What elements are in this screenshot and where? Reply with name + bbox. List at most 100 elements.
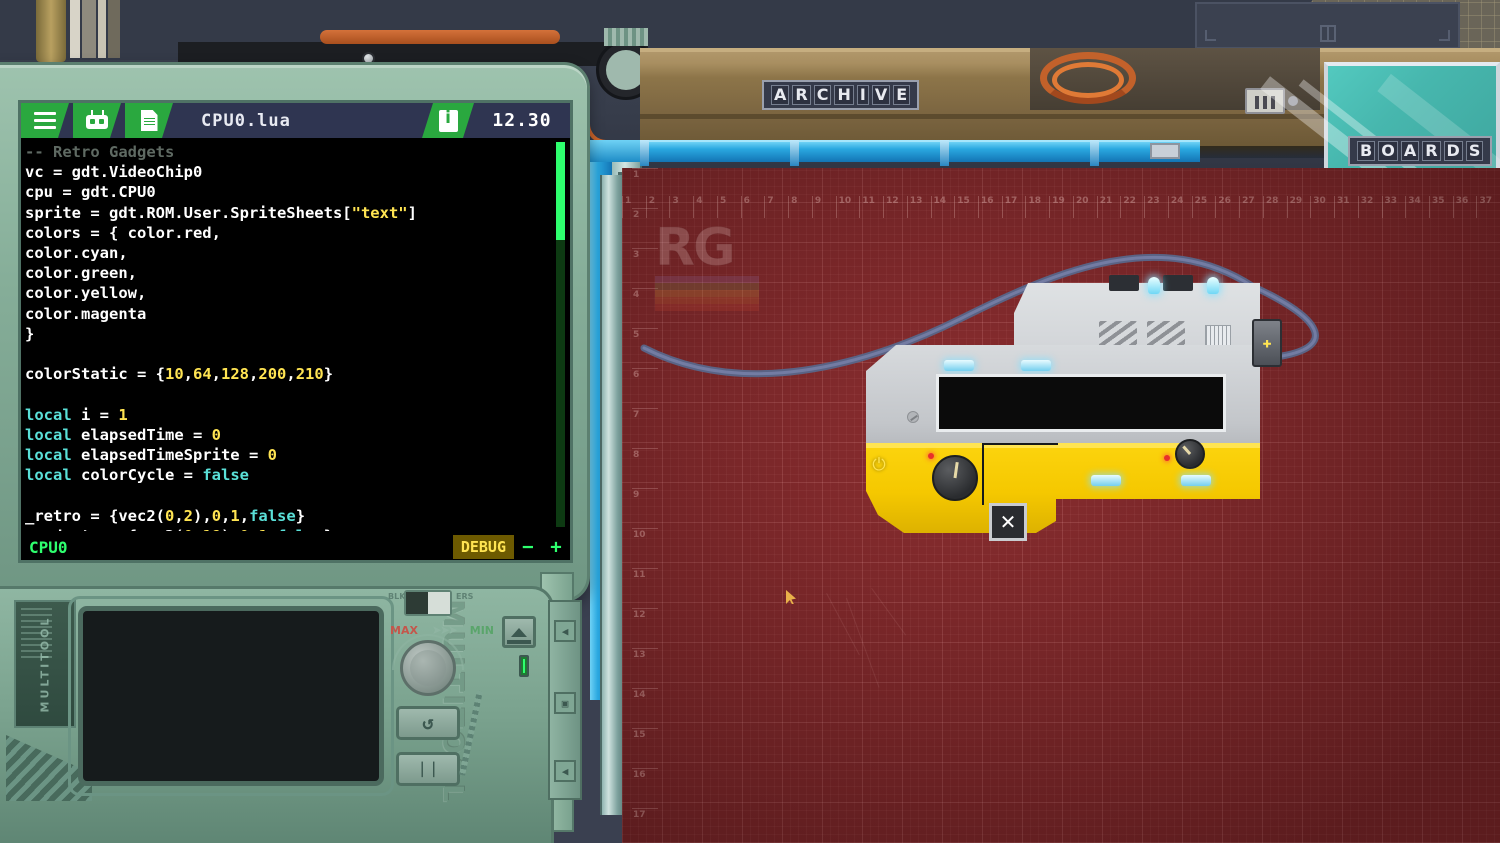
- code-token: ,: [174, 507, 183, 525]
- gadget-connector-clip[interactable]: [1091, 475, 1121, 486]
- menu-button[interactable]: [21, 103, 69, 138]
- orange-wire: [586, 86, 626, 144]
- multitool-toggle[interactable]: [404, 590, 452, 616]
- code-line: [25, 485, 570, 505]
- archive-sign-letter: H: [834, 85, 853, 105]
- file-browser-button[interactable]: [125, 103, 173, 138]
- multitool-range-labels: MAX ➤➤➤ MIN: [390, 622, 494, 638]
- code-line: local elapsedTimeSprite = 0: [25, 445, 570, 465]
- code-token: 128: [221, 365, 249, 383]
- code-token: }: [25, 325, 34, 343]
- debug-button[interactable]: DEBUG: [453, 535, 514, 559]
- pipe-ring: [790, 140, 799, 166]
- code-token: }: [324, 365, 333, 383]
- code-token: false: [202, 466, 249, 484]
- code-content[interactable]: -- Retro Gadgets vc = gdt.VideoChip0 cpu =…: [25, 142, 570, 531]
- editor-scrollbar[interactable]: [556, 142, 565, 527]
- rail-button-mid[interactable]: ▣: [554, 692, 576, 714]
- code-token: i =: [72, 406, 119, 424]
- rail-button-down[interactable]: ◀: [554, 760, 576, 782]
- code-line: _retro = {vec2(0,2),0,1,false}: [25, 506, 570, 526]
- gadget-knob-small[interactable]: [1175, 439, 1205, 469]
- clock-display: 12.30: [474, 103, 570, 138]
- gadget-connector-clip[interactable]: [1181, 475, 1211, 486]
- power-icon[interactable]: ⏻: [870, 456, 888, 474]
- code-token: ,: [221, 507, 230, 525]
- boards-sign-letter: B: [1357, 141, 1375, 161]
- archive-sign-letter: A: [771, 85, 789, 105]
- code-token: local: [25, 446, 72, 464]
- max-label: MAX: [390, 624, 418, 637]
- toggle-right-label: ERS: [456, 592, 473, 601]
- code-line: vc = gdt.VideoChip0: [25, 162, 570, 182]
- scrollbar-thumb[interactable]: [556, 142, 565, 240]
- gadget-view-button[interactable]: [73, 103, 121, 138]
- logo-stripe: [655, 304, 759, 311]
- gadget-knob-large[interactable]: [932, 455, 978, 501]
- archive-sign-letter: C: [814, 85, 832, 105]
- toggle-off-half: [406, 592, 428, 614]
- code-token: 2: [184, 507, 193, 525]
- archive-sign-letter: V: [872, 85, 890, 105]
- boards-sign-letter: R: [1422, 141, 1440, 161]
- code-line: [25, 344, 570, 364]
- gadget-display-screen[interactable]: [936, 374, 1226, 432]
- code-token: elapsedTime =: [72, 426, 212, 444]
- rail-button-up[interactable]: ◀: [554, 620, 576, 642]
- code-line: -- Retro Gadgets: [25, 142, 570, 162]
- multitool-reset-button[interactable]: ↺: [396, 706, 460, 740]
- pipe-ring: [1090, 140, 1099, 166]
- code-token: ,: [286, 365, 295, 383]
- mat-logo: RG: [655, 220, 759, 324]
- robot-arm-fins: [604, 28, 648, 46]
- gadget-trace: [982, 443, 984, 505]
- code-token: vc = gdt.VideoChip0: [25, 163, 202, 181]
- binder-decor: [36, 0, 66, 62]
- code-token: 1: [230, 507, 239, 525]
- code-line: colorStatic = {10,64,128,200,210}: [25, 364, 570, 384]
- code-token: 0: [212, 426, 221, 444]
- multitool-pause-button[interactable]: ❘❘: [396, 752, 460, 786]
- code-token: elapsedTimeSprite =: [72, 446, 268, 464]
- code-line: color.magenta: [25, 304, 570, 324]
- code-token: "text": [352, 204, 408, 222]
- code-line: color.green,: [25, 263, 570, 283]
- gadget-connector-clip[interactable]: [1021, 360, 1051, 371]
- code-token: color.cyan,: [25, 244, 128, 262]
- code-line: local colorCycle = false: [25, 465, 570, 485]
- code-token: ,: [249, 365, 258, 383]
- multitool-speed-knob[interactable]: [400, 640, 456, 696]
- code-line: }: [25, 324, 570, 344]
- book-decor: [70, 0, 80, 58]
- code-token: colorCycle =: [72, 466, 203, 484]
- code-line: sprite = gdt.ROM.User.SpriteSheets["text…: [25, 203, 570, 223]
- code-token: 210: [296, 365, 324, 383]
- code-token: -- Retro Gadgets: [25, 143, 174, 161]
- archive-sign: ARCHIVE: [762, 80, 919, 110]
- zoom-in-button[interactable]: +: [542, 536, 570, 558]
- lower-display-screen[interactable]: [78, 606, 384, 786]
- code-token: colorStatic = {: [25, 365, 165, 383]
- gadget-device[interactable]: ⏻ ✕ ✚: [866, 283, 1266, 533]
- info-button[interactable]: [422, 103, 474, 138]
- info-icon: [439, 110, 458, 132]
- code-editor-window[interactable]: CPU0.lua 12.30 -- Retro Gadgets vc = gdt.…: [18, 100, 573, 563]
- code-token: 0: [212, 507, 221, 525]
- code-token: cpu = gdt.CPU0: [25, 183, 156, 201]
- gadget-delete-button[interactable]: ✕: [989, 503, 1027, 541]
- code-line: color.yellow,: [25, 283, 570, 303]
- gadget-slot-tab: [1163, 275, 1193, 291]
- gadget-connector-clip[interactable]: [944, 360, 974, 371]
- book-decor: [108, 0, 120, 58]
- code-token: ,: [184, 365, 193, 383]
- code-line: cpu = gdt.CPU0: [25, 182, 570, 202]
- panel-corner-bracket: [1439, 30, 1450, 41]
- editor-filename: CPU0.lua: [177, 103, 422, 138]
- zoom-out-button[interactable]: −: [514, 536, 542, 558]
- editor-code-area[interactable]: -- Retro Gadgets vc = gdt.VideoChip0 cpu =…: [21, 138, 570, 531]
- gadget-cable-connector[interactable]: ✚: [1252, 319, 1282, 367]
- code-token: ,: [240, 507, 249, 525]
- document-icon: [141, 110, 158, 131]
- nameplate-label: MULTITOOL: [39, 616, 52, 713]
- gadget-trace: [982, 443, 1058, 445]
